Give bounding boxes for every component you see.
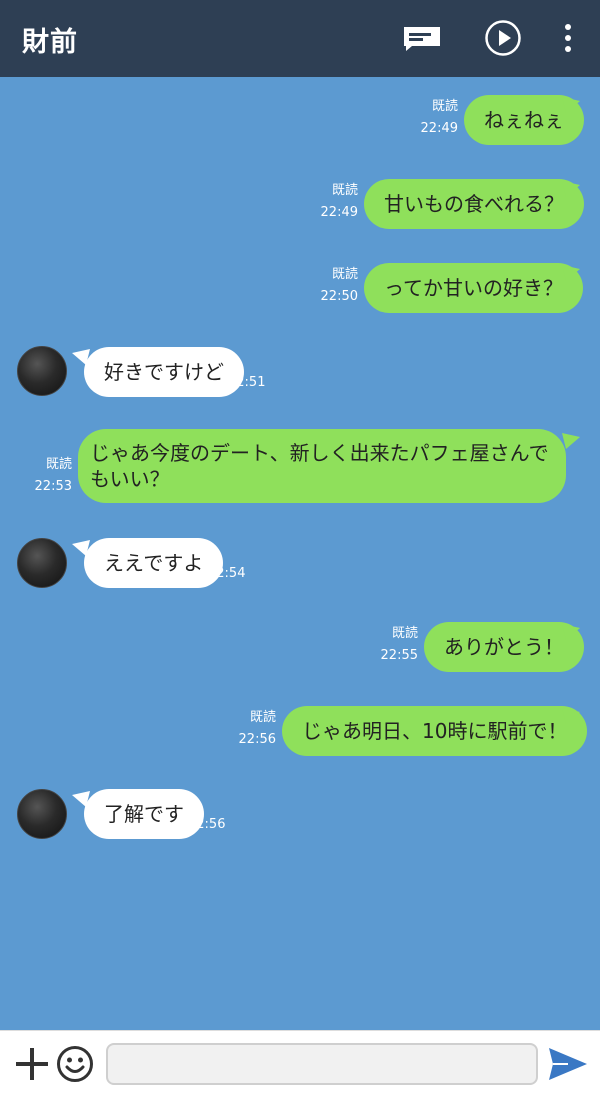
message-time: 22:56: [188, 817, 226, 832]
plus-icon[interactable]: [14, 1046, 50, 1082]
message-bubble[interactable]: 甘いもの食べれる？: [364, 179, 584, 229]
message-time: 22:49: [420, 121, 458, 136]
avatar[interactable]: [17, 346, 67, 396]
chat-area[interactable]: 既読 22:49 ねぇねぇ 既読 22:49 甘いもの食べれる？ 既読 22:5…: [0, 77, 600, 1030]
play-icon[interactable]: [484, 19, 522, 57]
message-time: 22:49: [320, 205, 358, 220]
send-icon[interactable]: [548, 1047, 588, 1081]
message-time: 22:50: [320, 289, 358, 304]
read-receipt: 既読: [249, 710, 276, 725]
emoji-icon[interactable]: [56, 1045, 94, 1083]
message-time: 22:55: [380, 648, 418, 663]
message-time: 22:51: [228, 375, 266, 390]
message-bubble[interactable]: 好きですけど: [84, 347, 244, 397]
message-time: 22:56: [238, 732, 276, 747]
read-receipt: 既読: [431, 99, 458, 114]
message-bubble[interactable]: じゃあ明日、10時に駅前で！: [282, 706, 588, 756]
read-receipt: 既読: [331, 183, 358, 198]
read-receipt: 既読: [45, 457, 72, 472]
read-receipt: 既読: [331, 267, 358, 282]
bubble-tail: [562, 708, 580, 724]
message-time: 22:53: [34, 479, 72, 494]
more-vertical-icon[interactable]: [558, 22, 578, 54]
avatar[interactable]: [17, 789, 67, 839]
message-bubble[interactable]: ってか甘いの好き？: [364, 263, 583, 313]
message-composer: [0, 1030, 600, 1094]
avatar[interactable]: [17, 538, 67, 588]
message-bubble[interactable]: ありがとう！: [424, 622, 584, 672]
note-icon[interactable]: [403, 26, 441, 52]
bubble-tail: [562, 181, 580, 197]
message-bubble[interactable]: 了解です: [84, 789, 204, 839]
bubble-tail: [562, 265, 580, 281]
bubble-tail: [562, 624, 580, 640]
chat-header: 財前: [0, 0, 600, 77]
read-receipt: 既読: [391, 626, 418, 641]
message-bubble[interactable]: ええですよ: [84, 538, 224, 588]
bubble-tail: [562, 433, 580, 449]
message-bubble[interactable]: じゃあ今度のデート、新しく出来たパフェ屋さんでもいい？: [78, 429, 566, 503]
message-input[interactable]: [106, 1043, 538, 1085]
message-time: 22:54: [208, 566, 246, 581]
bubble-tail: [562, 97, 580, 113]
chat-title: 財前: [22, 27, 78, 58]
